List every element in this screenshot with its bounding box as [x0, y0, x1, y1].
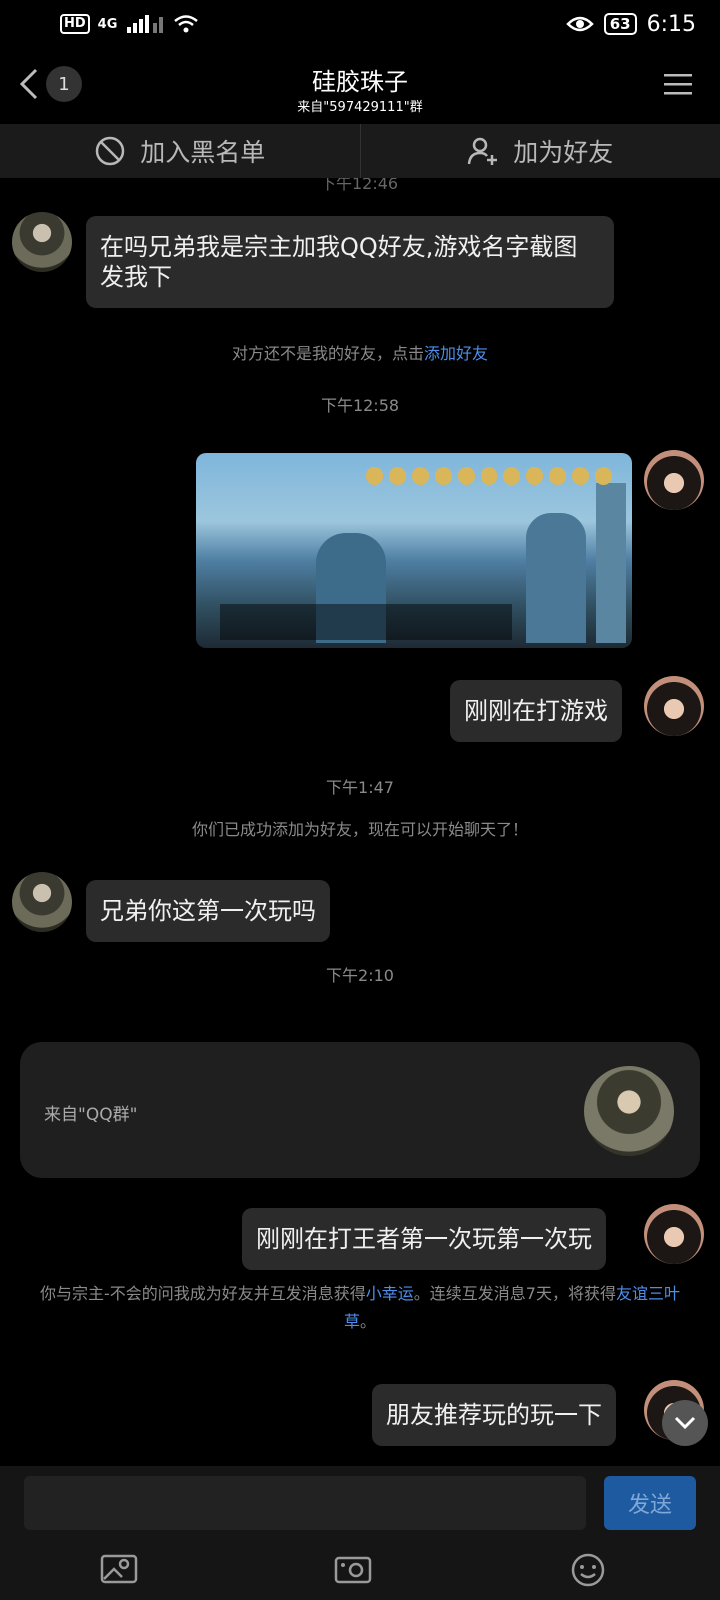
timestamp: 下午12:58	[320, 396, 400, 415]
lucky-link[interactable]: 小幸运	[366, 1284, 414, 1303]
message-bubble[interactable]: 刚刚在打王者第一次玩第一次玩	[242, 1208, 606, 1270]
shared-image[interactable]	[196, 453, 632, 648]
status-bar: HD 4G 63 6:15	[0, 0, 720, 48]
battery-indicator: 63	[603, 13, 637, 35]
chat-messages[interactable]: 下午12:46 在吗兄弟我是宗主加我QQ好友,游戏名字截图发我下 对方还不是我的…	[0, 178, 720, 1466]
image-spire	[596, 483, 626, 643]
timestamp: 下午12:46	[320, 178, 399, 193]
message-bubble[interactable]: 在吗兄弟我是宗主加我QQ好友,游戏名字截图发我下	[86, 216, 614, 308]
action-bar: 加入黑名单 加为好友	[0, 124, 720, 178]
camera-button[interactable]	[334, 1552, 372, 1590]
hd-indicator: HD	[60, 14, 90, 34]
signal-icon	[127, 15, 164, 33]
block-icon	[95, 136, 125, 166]
system-notice: 你们已成功添加为好友，现在可以开始聊天了！	[191, 820, 528, 839]
status-right: 63 6:15	[565, 11, 696, 37]
add-friend-link[interactable]: 添加好友	[424, 344, 488, 363]
message-bubble[interactable]: 刚刚在打游戏	[450, 680, 622, 742]
sender-avatar[interactable]	[12, 872, 72, 932]
message-bubble[interactable]: 兄弟你这第一次玩吗	[86, 880, 330, 942]
signal-4g-label: 4G	[97, 16, 118, 32]
emoji-button[interactable]	[570, 1552, 606, 1592]
sender-avatar[interactable]	[12, 212, 72, 272]
message-bubble[interactable]: 朋友推荐玩的玩一下	[372, 1384, 616, 1446]
image-game-icons	[366, 467, 612, 489]
chat-header: 1 硅胶珠子 来自"597429111"群	[0, 48, 720, 124]
my-avatar[interactable]	[644, 1204, 704, 1264]
menu-button[interactable]	[664, 72, 692, 100]
clock: 6:15	[646, 11, 696, 37]
emoji-icon	[571, 1553, 605, 1587]
message-input[interactable]	[24, 1476, 586, 1530]
my-avatar[interactable]	[644, 676, 704, 736]
add-friend-button[interactable]: 加为好友	[359, 124, 720, 178]
page-title: 硅胶珠子	[312, 68, 408, 96]
share-card[interactable]: 来自"QQ群"	[20, 1042, 700, 1178]
page-subtitle: 来自"597429111"群	[297, 100, 423, 115]
add-user-icon	[467, 137, 498, 165]
hamburger-icon	[664, 74, 692, 95]
status-left: HD 4G	[60, 13, 199, 35]
send-button[interactable]: 发送	[604, 1476, 696, 1530]
blacklist-label: 加入黑名单	[140, 138, 266, 167]
my-avatar[interactable]	[644, 450, 704, 510]
blacklist-button[interactable]: 加入黑名单	[0, 124, 360, 178]
image-tower	[526, 513, 586, 643]
camera-icon	[334, 1556, 372, 1584]
wifi-icon	[174, 15, 199, 33]
scroll-down-button[interactable]	[662, 1400, 708, 1446]
notice-text: 对方还不是我的好友，点击	[231, 344, 424, 363]
notice-text: 。	[360, 1312, 377, 1331]
input-bar: 发送	[0, 1466, 720, 1600]
timestamp: 下午2:10	[326, 966, 394, 985]
eye-icon	[565, 16, 594, 32]
gallery-button[interactable]	[100, 1552, 138, 1590]
chevron-down-icon	[674, 1416, 696, 1430]
system-notice: 对方还不是我的好友，点击添加好友	[0, 340, 720, 364]
card-source-label: 来自"QQ群"	[44, 1105, 138, 1125]
card-avatar	[584, 1066, 674, 1156]
system-notice: 你与宗主-不会的问我成为好友并互发消息获得小幸运。连续互发消息7天，将获得友谊三…	[0, 1280, 720, 1336]
notice-text: 你与宗主-不会的问我成为好友并互发消息获得	[40, 1284, 366, 1303]
timestamp: 下午1:47	[326, 778, 394, 797]
image-chat-log	[220, 604, 512, 640]
image-icon	[100, 1554, 138, 1584]
add-friend-label: 加为好友	[513, 138, 614, 167]
notice-text: 。连续互发消息7天，将获得	[413, 1284, 616, 1303]
